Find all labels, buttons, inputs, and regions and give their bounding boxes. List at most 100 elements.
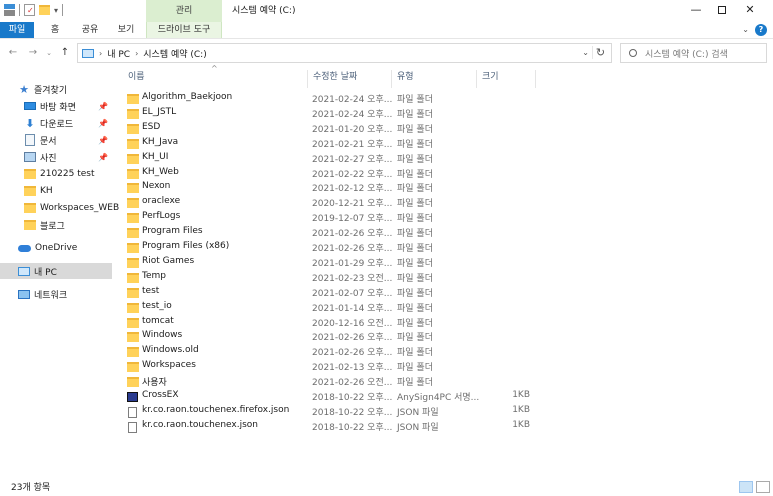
tab-home[interactable]: 홈 [44,22,66,38]
file-row[interactable]: KH_Java 2021-02-21 오후... 파일 폴더 [124,136,624,151]
sidebar-item-network[interactable]: 네트워크 [0,286,112,302]
sidebar-item-pictures[interactable]: 사진 📌 [0,149,112,165]
customize-toolbar-icon[interactable]: ▾ [54,6,58,15]
column-divider[interactable] [391,70,392,88]
file-row[interactable]: Riot Games 2021-01-29 오후... 파일 폴더 [124,255,624,270]
folder-icon [127,377,139,388]
file-row[interactable]: KH_UI 2021-02-27 오후... 파일 폴더 [124,151,624,166]
help-icon[interactable]: ? [755,24,767,36]
file-date-modified: 2021-02-21 오후... [312,139,393,150]
folder-icon [127,228,139,239]
recent-locations-button[interactable]: ⌄ [44,45,54,61]
file-name: Riot Games [142,255,195,266]
properties-icon[interactable]: ✓ [24,4,35,16]
search-icon [629,49,637,57]
column-divider[interactable] [307,70,308,88]
refresh-icon[interactable]: ↻ [592,46,608,59]
pin-icon: 📌 [98,152,108,162]
breadcrumb-chevron-icon[interactable]: › [99,49,102,58]
ribbon-tabs: 파일 홈 공유 보기 드라이브 도구 ⌄ ? [0,22,773,39]
file-row[interactable]: tomcat 2020-12-16 오전... 파일 폴더 [124,315,624,330]
sidebar-item-this-pc[interactable]: 내 PC [0,263,112,279]
tab-drive-tools[interactable]: 드라이브 도구 [146,22,222,38]
file-row[interactable]: Program Files (x86) 2021-02-26 오후... 파일 폴더 [124,240,624,255]
column-divider[interactable] [476,70,477,88]
file-row[interactable]: KH_Web 2021-02-22 오후... 파일 폴더 [124,166,624,181]
file-row[interactable]: CrossEX 2018-10-22 오후... AnySign4PC 서명... 1… [124,389,624,404]
folder-icon [127,123,139,134]
file-row[interactable]: kr.co.raon.touchenex.firefox.json 2018-10… [124,404,624,419]
file-date-modified: 2021-02-26 오후... [312,244,393,254]
file-row[interactable]: 사용자 2021-02-26 오전... 파일 폴더 [124,374,624,389]
file-name: Temp [142,270,166,281]
sidebar-item-210225-test[interactable]: 210225 test [0,166,112,182]
sidebar-item-downloads[interactable]: ⬇ 다운로드 📌 [0,115,112,131]
column-header-date[interactable]: 수정한 날짜 [313,70,357,88]
file-date-modified: 2021-02-26 오후... [312,333,393,344]
tab-view[interactable]: 보기 [113,22,139,38]
search-box[interactable]: 시스템 예약 (C:) 검색 [620,43,767,63]
file-row[interactable]: test 2021-02-07 오후... 파일 폴더 [124,285,624,300]
breadcrumb-chevron-icon[interactable]: › [135,49,138,58]
file-row[interactable]: Algorithm_Baekjoon 2021-02-24 오후... 파일 폴더 [124,91,624,106]
forward-button[interactable]: → [26,45,40,61]
new-folder-icon[interactable] [39,5,50,15]
column-header-type[interactable]: 유형 [397,70,414,88]
tab-file[interactable]: 파일 [0,22,34,38]
large-icons-view-button[interactable] [756,481,770,493]
desktop-icon [24,102,36,110]
file-name: PerfLogs [142,211,181,222]
address-dropdown-icon[interactable]: ⌄ [582,48,589,57]
file-date-modified: 2021-01-14 오후... [312,303,393,314]
file-row[interactable]: Temp 2021-02-23 오전... 파일 폴더 [124,270,624,285]
sidebar-item-documents[interactable]: 문서 📌 [0,132,112,148]
file-type: 파일 폴더 [397,378,433,389]
file-date-modified: 2021-02-26 오후... [312,229,393,240]
back-button[interactable]: ← [6,45,20,61]
file-type: AnySign4PC 서명... [397,393,480,403]
file-row[interactable]: EL_JSTL 2021-02-24 오후... 파일 폴더 [124,106,624,121]
sidebar-item-workspaces-web[interactable]: Workspaces_WEB [0,200,119,216]
up-button[interactable]: ↑ [58,45,72,61]
file-row[interactable]: PerfLogs 2019-12-07 오후... 파일 폴더 [124,210,624,225]
expand-ribbon-icon[interactable]: ⌄ [742,25,749,34]
breadcrumb-this-pc[interactable]: 내 PC [107,47,130,60]
folder-icon [127,108,139,119]
item-count: 23개 항목 [11,483,51,493]
file-row[interactable]: test_io 2021-01-14 오후... 파일 폴더 [124,300,624,315]
file-row[interactable]: Program Files 2021-02-26 오후... 파일 폴더 [124,225,624,240]
address-bar[interactable]: › 내 PC › 시스템 예약 (C:) ⌄ ↻ [77,43,612,63]
file-icon [128,421,137,433]
file-row[interactable]: kr.co.raon.touchenex.json 2018-10-22 오후..… [124,419,624,434]
folder-icon [127,287,139,298]
sidebar-item-kh[interactable]: KH [0,183,112,199]
file-row[interactable]: Windows.old 2021-02-26 오후... 파일 폴더 [124,344,624,359]
column-divider[interactable] [535,70,536,88]
file-type: 파일 폴더 [397,139,433,150]
sidebar-item-quick-access[interactable]: ★ 즐겨찾기 [0,81,112,97]
file-name: Workspaces [142,360,196,371]
sidebar-item-desktop[interactable]: 바탕 화면 📌 [0,98,112,114]
file-type: 파일 폴더 [397,258,433,269]
breadcrumb-c-drive[interactable]: 시스템 예약 (C:) [143,47,206,60]
file-row[interactable]: Workspaces 2021-02-13 오후... 파일 폴더 [124,359,624,374]
file-type: 파일 폴더 [397,348,433,359]
sidebar-item-onedrive[interactable]: OneDrive [0,240,112,256]
file-date-modified: 2021-01-29 오후... [312,258,393,269]
folder-icon [127,168,139,179]
file-row[interactable]: Nexon 2021-02-12 오후... 파일 폴더 [124,180,624,195]
file-name: ESD [142,121,161,132]
details-view-button[interactable] [739,481,753,493]
file-name: Algorithm_Baekjoon [142,92,233,102]
file-row[interactable]: ESD 2021-01-20 오후... 파일 폴더 [124,121,624,136]
tab-share[interactable]: 공유 [76,22,104,38]
sidebar-item-blog[interactable]: 블로그 [0,217,112,233]
column-header-name[interactable]: 이름 [128,70,145,88]
sidebar-item-label: Workspaces_WEB [40,203,120,213]
column-header-size[interactable]: 크기 [482,70,499,88]
app-icon [127,392,138,402]
file-row[interactable]: oraclexe 2020-12-21 오후... 파일 폴더 [124,195,624,210]
folder-icon [127,243,139,253]
file-row[interactable]: Windows 2021-02-26 오후... 파일 폴더 [124,329,624,344]
close-button[interactable]: ✕ [727,0,773,22]
